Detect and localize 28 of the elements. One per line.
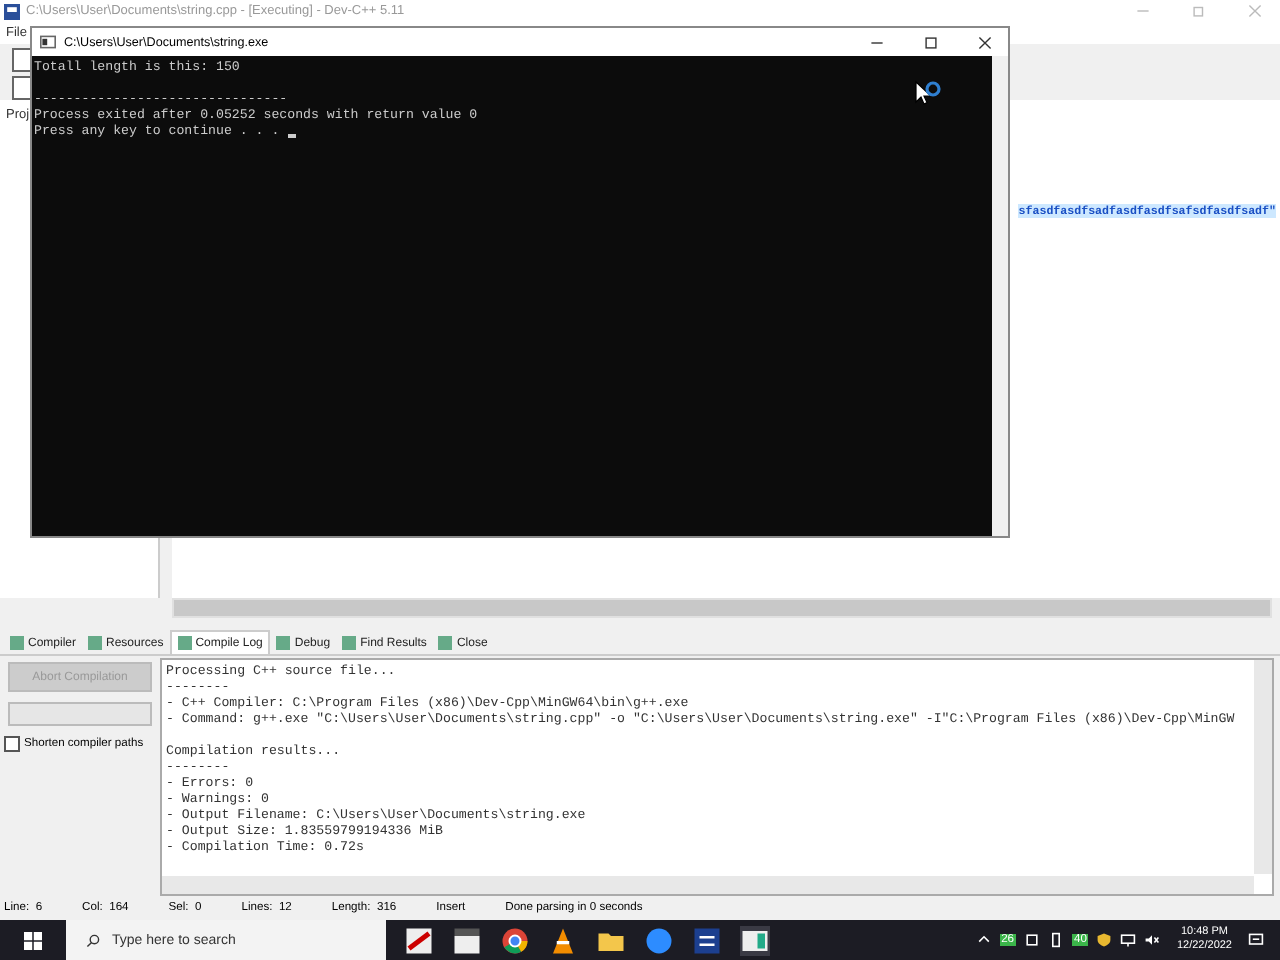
toolbar-icon[interactable] [12,48,32,72]
text-cursor [287,134,296,138]
windows-logo-icon[interactable] [24,931,42,949]
toolbar-icon[interactable] [12,76,32,100]
busy-cursor-icon [914,80,942,108]
console-app-icon [40,34,56,50]
notification-icon[interactable] [1248,932,1264,948]
scrollbar[interactable] [162,876,1254,894]
browser-icon[interactable] [500,925,530,955]
network-icon[interactable] [1120,932,1137,948]
scrollbar[interactable] [992,56,1008,536]
scrollbar[interactable] [172,598,1272,618]
clapperboard-icon[interactable] [452,925,482,955]
speaker-muted-icon[interactable] [1144,932,1161,948]
app-icon[interactable] [692,925,722,955]
chevron-up-icon[interactable] [975,932,992,948]
console-window-icon[interactable] [740,925,770,955]
checkbox[interactable] [4,736,20,752]
traffic-cone-icon[interactable] [548,925,578,955]
close-icon[interactable] [978,35,992,49]
shield-icon[interactable] [1096,932,1113,948]
app-icon[interactable] [404,925,434,955]
tray-icon[interactable] [1024,932,1041,948]
circle-icon[interactable] [644,925,674,955]
search-icon [86,933,100,947]
usb-drive-icon[interactable] [1048,932,1065,948]
maximize-icon[interactable] [924,35,938,49]
scrollbar[interactable] [1254,660,1272,874]
